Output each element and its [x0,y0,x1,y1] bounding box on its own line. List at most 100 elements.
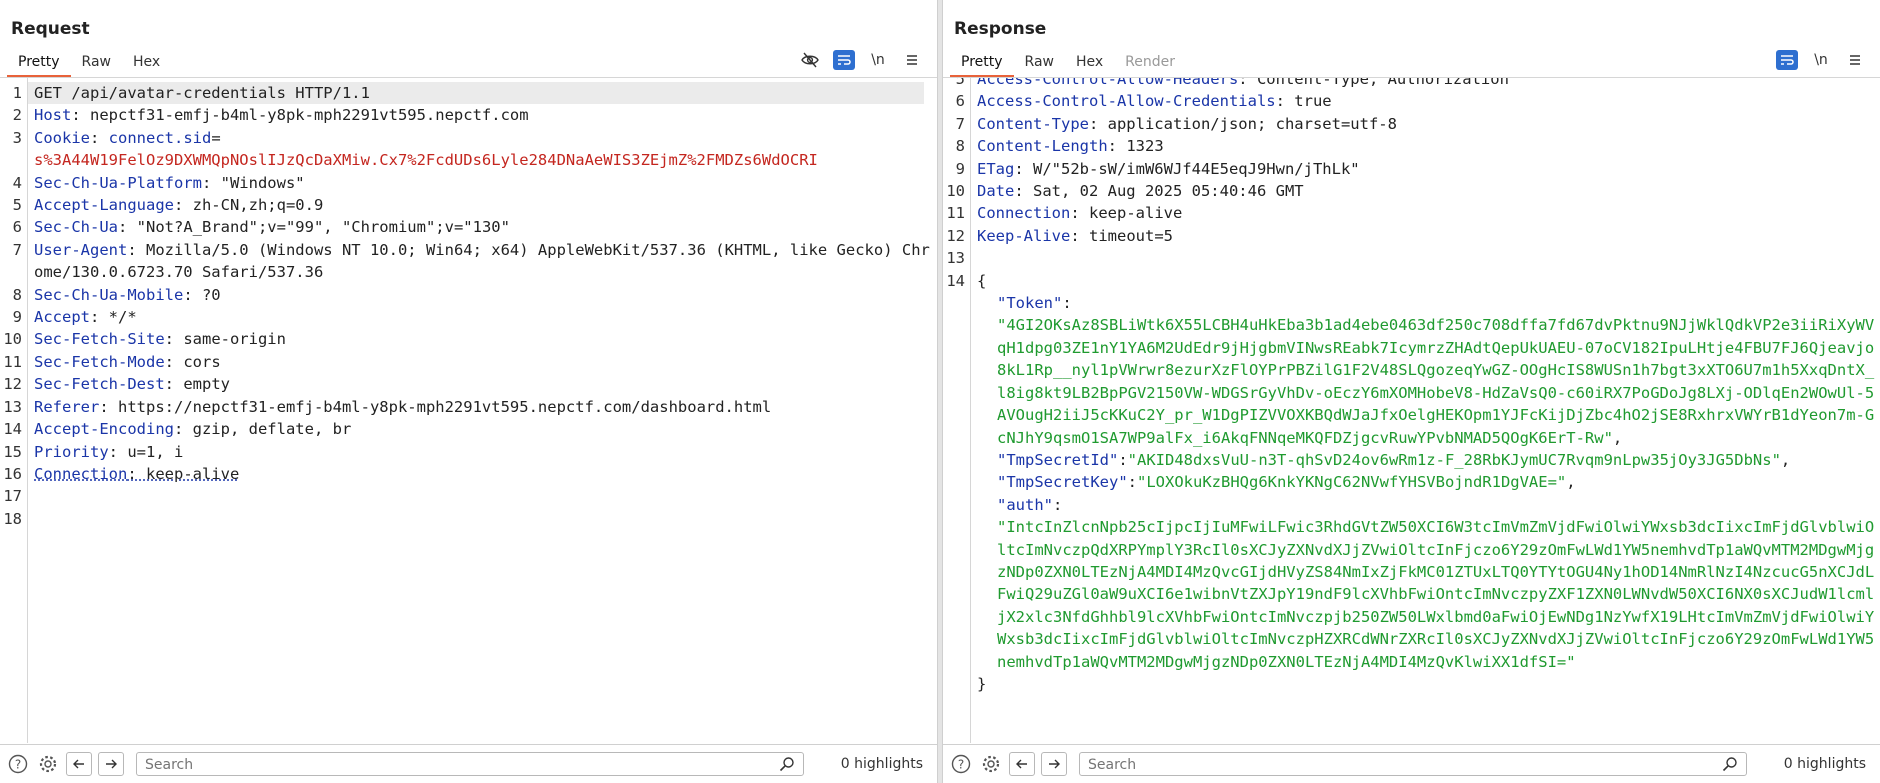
line-text: Access-Control-Allow-Credentials: true [977,90,1880,112]
response-tab-pretty[interactable]: Pretty [950,52,1014,78]
request-code-line: 9 Accept: */* [0,306,937,328]
code-token: Sec-Ch-Ua [34,218,118,237]
request-code-line: 2 Host: nepctf31-emfj-b4ml-y8pk-mph2291vt… [0,104,937,126]
request-code-line: 18 [0,508,937,530]
newline-toggle-button[interactable]: \n [1810,50,1832,70]
line-number: 6 [955,92,965,111]
help-icon[interactable]: ? [6,752,30,776]
code-token: Accept-Language [34,196,174,215]
request-editor[interactable]: 1 GET /api/avatar-credentials HTTP/1.1 2 Ho… [0,77,937,743]
code-token: , [1566,473,1576,492]
gear-icon[interactable] [36,752,60,776]
request-code-line: 17 [0,485,937,507]
code-token: : [1118,450,1128,469]
code-token: ETag [977,159,1015,178]
line-number: 12 [946,226,965,245]
request-panel: Request Pretty Raw Hex \n 1 GET /api/avat… [0,0,937,783]
request-code-line: 13 Referer: https://nepctf31-emfj-b4ml-y8… [0,396,937,418]
request-code-line: 6 Sec-Ch-Ua: "Not?A_Brand";v="99", "Chrom… [0,216,937,238]
line-text: Sec-Fetch-Site: same-origin [34,328,937,350]
code-token: : u=1, i [108,442,184,461]
code-token: Priority [34,442,109,461]
code-token: : "Windows" [201,173,305,192]
line-text: Sec-Ch-Ua-Platform: "Windows" [34,172,937,194]
response-scrollbar[interactable] [1868,168,1880,743]
request-code-line: 12 Sec-Fetch-Dest: empty [0,373,937,395]
code-token: Connection [977,204,1071,223]
previous-button[interactable] [66,752,92,776]
line-number: 9 [12,308,22,327]
next-button[interactable] [98,752,124,776]
line-number: 18 [3,509,22,528]
request-code: 1 GET /api/avatar-credentials HTTP/1.1 2 Ho… [0,82,937,530]
code-token: , [1612,428,1623,447]
menu-icon[interactable] [1844,50,1866,70]
response-code-line: "TmpSecretKey":"LOXOkuKzBHQg6KnkYKNgC62N… [943,471,1880,493]
line-text: User-Agent: Mozilla/5.0 (Windows NT 10.0… [34,239,937,284]
code-token: Sec-Ch-Ua-Mobile [34,285,184,304]
code-token: Date [977,182,1015,201]
code-token: connect.sid [108,128,212,147]
line-number [943,449,977,471]
line-text [34,485,937,507]
next-button[interactable] [1041,752,1067,776]
request-code-line: 15 Priority: u=1, i [0,441,937,463]
code-token: : https://nepctf31-emfj-b4ml-y8pk-mph229… [99,397,772,416]
response-code-line: 6 Access-Control-Allow-Credentials: true [943,90,1880,112]
line-text: } [977,673,1880,695]
line-text: Sec-Ch-Ua-Mobile: ?0 [34,284,937,306]
newline-toggle-button[interactable]: \n [867,50,889,70]
gear-icon[interactable] [979,752,1003,776]
response-search-input[interactable] [1080,753,1690,777]
line-text: Priority: u=1, i [34,441,937,463]
code-token: : [1062,294,1072,313]
line-number: 6 [12,218,22,237]
request-code-line: 5 Accept-Language: zh-CN,zh;q=0.9 [0,194,937,216]
request-tab-pretty[interactable]: Pretty [7,52,71,78]
code-token: : "Not?A_Brand";v="99", "Chromium";v="13… [118,218,510,237]
previous-button[interactable] [1009,752,1035,776]
menu-icon[interactable] [901,50,923,70]
code-token: Sec-Fetch-Mode [34,352,165,371]
code-token: { [977,271,987,290]
response-highlight-count: 0 highlights [1783,756,1866,772]
code-token: : application/json; charset=utf-8 [1088,114,1397,133]
line-number: 8 [955,137,965,156]
response-tab-raw[interactable]: Raw [1014,52,1065,76]
line-number: 5 [12,196,22,215]
eye-off-icon[interactable] [799,50,821,70]
code-token: : Mozilla/5.0 (Windows NT 10.0; Win64; x… [34,240,930,282]
request-tab-raw[interactable]: Raw [71,52,122,76]
code-token: = [211,128,221,147]
code-token: "TmpSecretId" [997,450,1119,469]
help-icon[interactable]: ? [949,752,973,776]
request-tab-hex[interactable]: Hex [122,52,171,76]
code-token: Connection [34,464,128,483]
line-number: 2 [12,106,22,125]
code-token: } [977,674,987,693]
response-code-line: 7 Content-Type: application/json; charset… [943,113,1880,135]
wrap-icon[interactable] [1776,50,1798,70]
line-number: 5 [955,77,965,88]
code-token: Content-Length [977,137,1108,156]
code-token: : keep-alive [127,464,240,483]
request-search-input[interactable] [137,753,747,777]
line-number: 11 [946,204,965,223]
line-text: Host: nepctf31-emfj-b4ml-y8pk-mph2291vt5… [34,104,937,126]
response-editor[interactable]: 5 Access-Control-Allow-Headers: Content-T… [943,77,1880,743]
line-number: 4 [12,173,22,192]
request-toolbar: \n [799,50,923,70]
code-token: Sec-Ch-Ua-Platform [34,173,202,192]
svg-text:?: ? [15,758,21,772]
response-panel: Response Pretty Raw Hex Render \n 5 Acces… [943,0,1880,783]
response-tab-render[interactable]: Render [1114,52,1186,76]
line-text: Connection: keep-alive [977,202,1880,224]
line-text: Date: Sat, 02 Aug 2025 05:40:46 GMT [977,180,1880,202]
request-code-line: 10 Sec-Fetch-Site: same-origin [0,328,937,350]
request-code-line: 3 Cookie: connect.sid= s%3A44W19FelOz9DXW… [0,127,937,172]
request-search [136,752,804,777]
line-number: 17 [3,487,22,506]
response-tab-hex[interactable]: Hex [1065,52,1114,76]
wrap-icon[interactable] [833,50,855,70]
line-number: 14 [3,420,22,439]
